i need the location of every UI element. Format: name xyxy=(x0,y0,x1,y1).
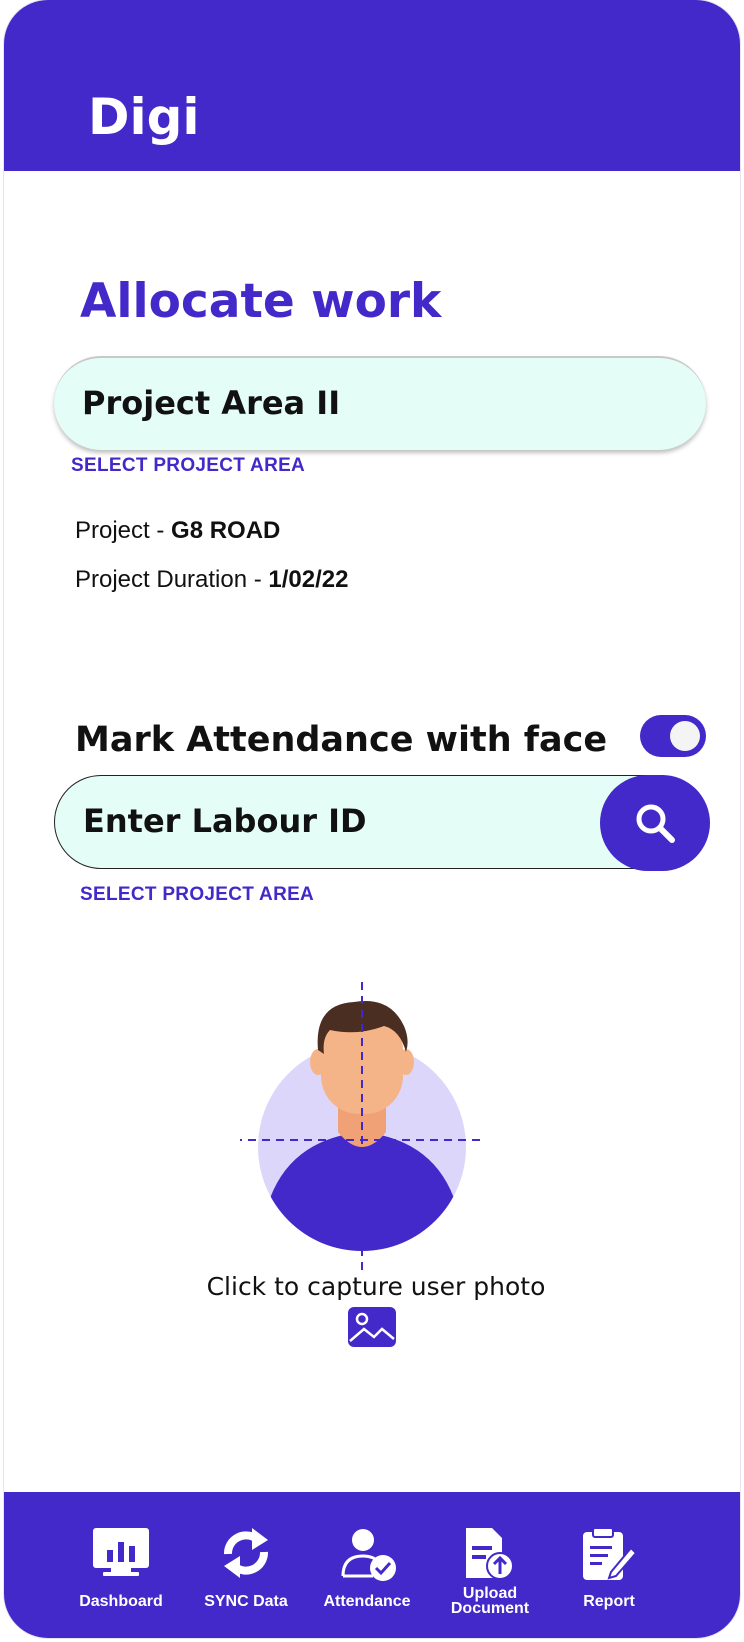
attendance-icon xyxy=(341,1529,396,1581)
nav-label-report: Report xyxy=(583,1593,635,1610)
project-duration: Project Duration - 1/02/22 xyxy=(75,566,348,594)
project-duration-value: 1/02/22 xyxy=(268,566,349,593)
project-area-hint: SELECT PROJECT AREA xyxy=(71,455,306,476)
project-area-select[interactable]: Project Area II xyxy=(54,356,706,450)
search-button[interactable] xyxy=(600,775,710,871)
bottom-navbar: Dashboard SYNC Data Attendance Upload Do… xyxy=(4,1492,740,1638)
nav-label-upload: Upload Document xyxy=(450,1585,530,1617)
labour-hint: SELECT PROJECT AREA xyxy=(80,884,315,905)
image-icon[interactable] xyxy=(348,1307,396,1347)
user-avatar-icon xyxy=(234,982,486,1272)
labour-id-placeholder: Enter Labour ID xyxy=(83,802,367,840)
nav-upload-document[interactable]: Upload Document xyxy=(425,1492,555,1638)
app-title: Digi xyxy=(88,88,200,146)
nav-attendance[interactable]: Attendance xyxy=(302,1492,432,1638)
project-duration-label: Project Duration - xyxy=(75,566,269,593)
nav-label-dashboard: Dashboard xyxy=(79,1593,163,1610)
project-info: Project - G8 ROAD xyxy=(75,517,280,545)
face-attendance-toggle[interactable] xyxy=(640,715,706,757)
sync-icon xyxy=(224,1528,268,1578)
toggle-knob xyxy=(670,721,700,751)
project-area-value: Project Area II xyxy=(82,384,341,422)
phone-screen: Digi Allocate work Project Area II SELEC… xyxy=(4,0,740,1638)
page-title: Allocate work xyxy=(80,274,442,329)
report-icon xyxy=(583,1528,637,1580)
nav-label-attendance: Attendance xyxy=(323,1593,411,1610)
nav-label-sync: SYNC Data xyxy=(204,1593,288,1610)
project-label: Project - xyxy=(75,517,172,544)
nav-sync-data[interactable]: SYNC Data xyxy=(181,1492,311,1638)
dashboard-icon xyxy=(93,1528,149,1576)
capture-photo-area[interactable] xyxy=(234,982,510,1272)
capture-photo-label[interactable]: Click to capture user photo xyxy=(4,1272,740,1301)
project-name: G8 ROAD xyxy=(171,517,281,544)
nav-report[interactable]: Report xyxy=(544,1492,674,1638)
nav-dashboard[interactable]: Dashboard xyxy=(56,1492,186,1638)
search-icon xyxy=(636,804,675,843)
upload-document-icon xyxy=(466,1528,514,1580)
attendance-label: Mark Attendance with face xyxy=(75,720,608,760)
app-header: Digi xyxy=(4,0,740,171)
